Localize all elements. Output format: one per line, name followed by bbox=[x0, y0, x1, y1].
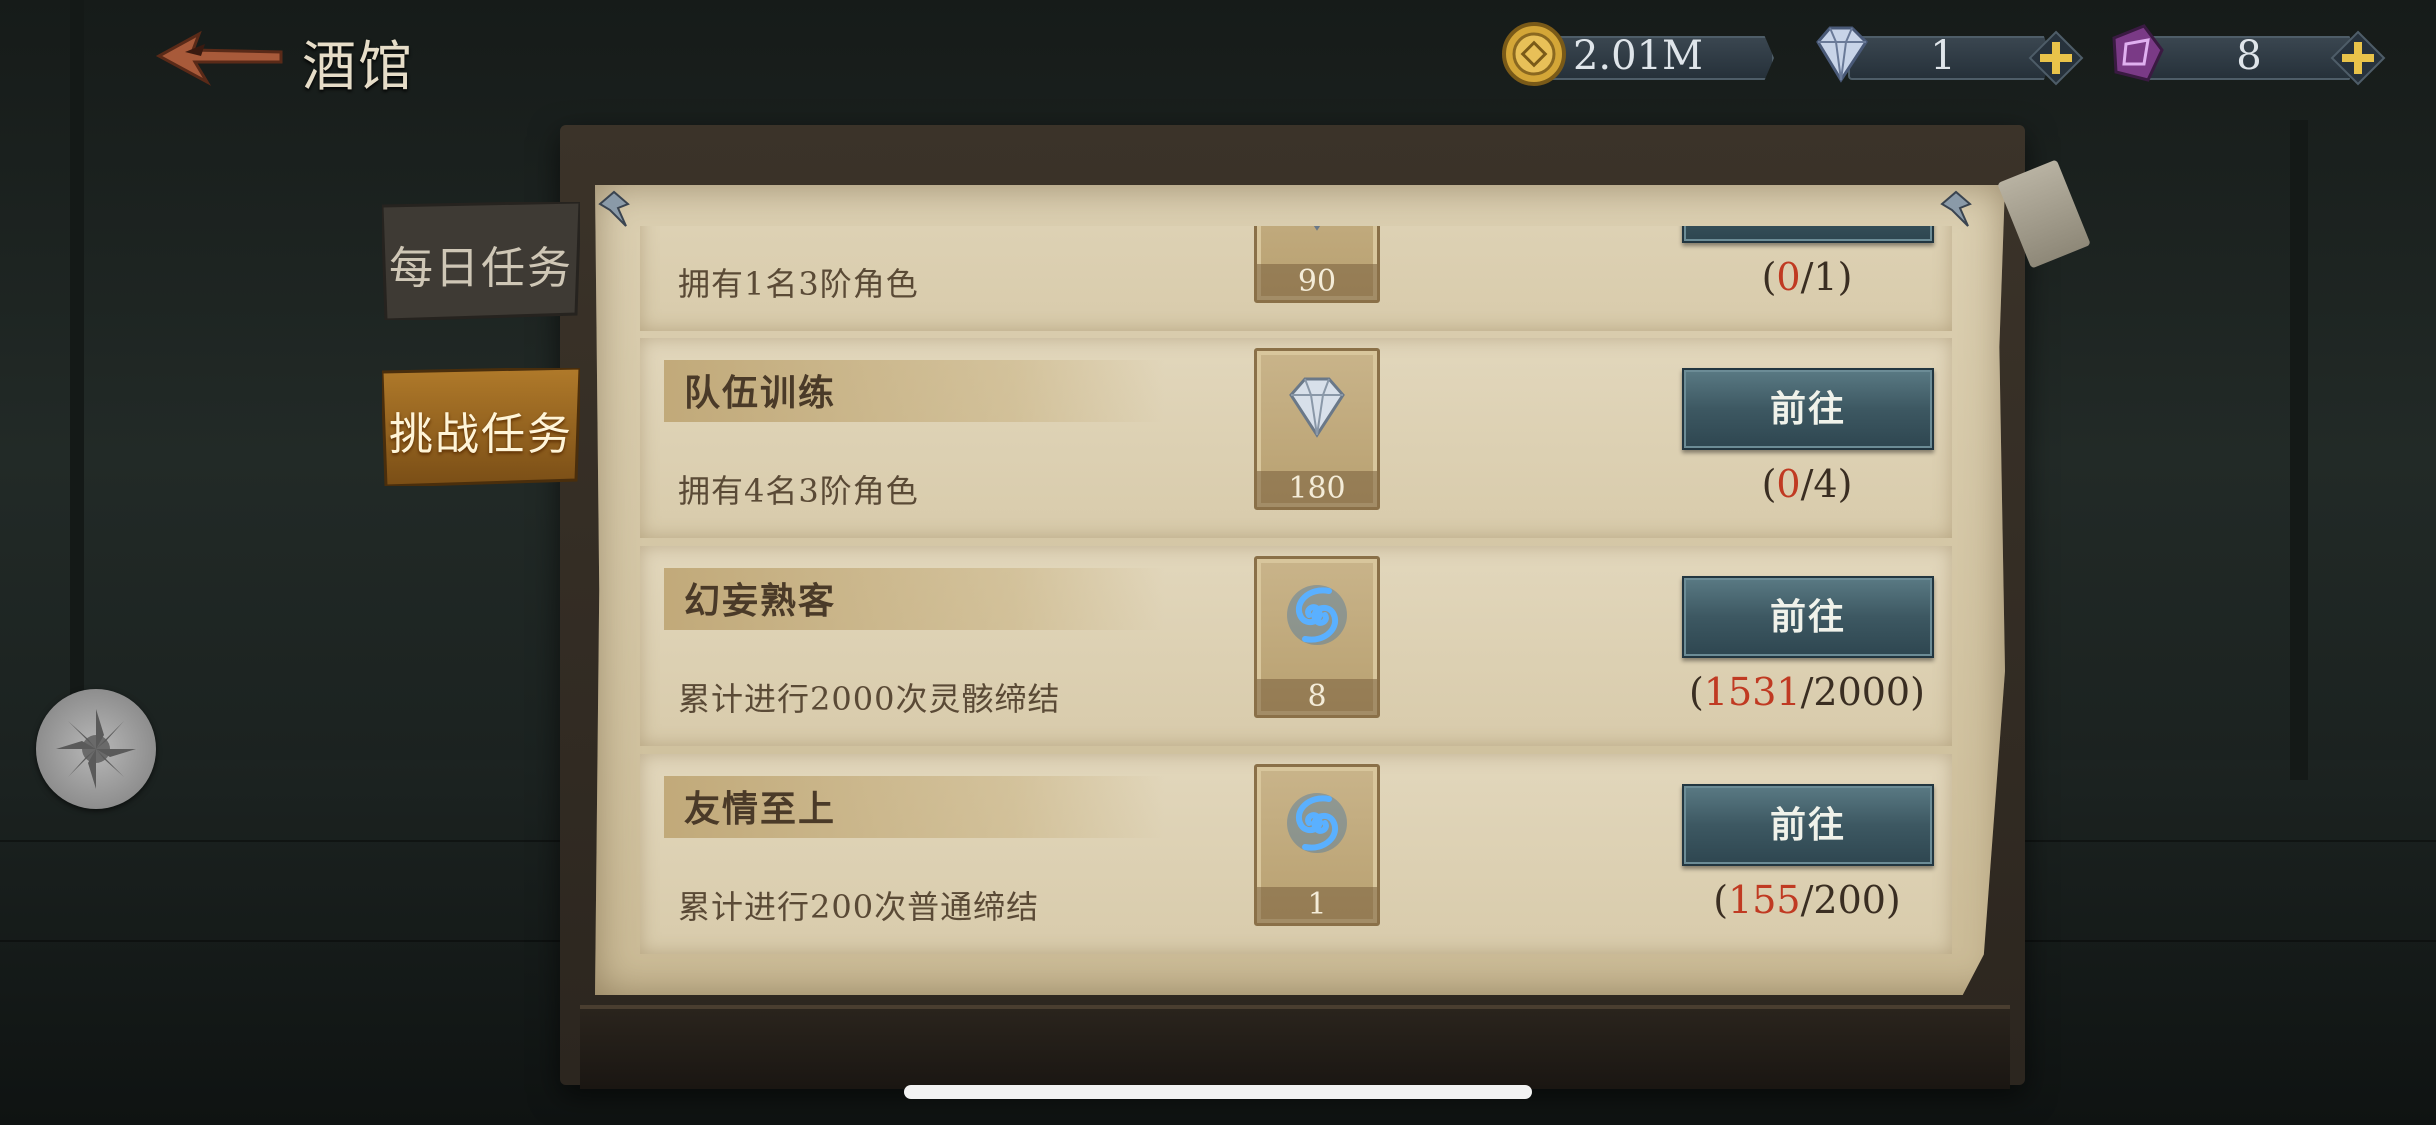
purple-crystal-icon bbox=[2112, 24, 2164, 82]
gold-coin-icon bbox=[1502, 22, 1566, 86]
pin-icon bbox=[1940, 190, 1972, 227]
floating-menu-button[interactable] bbox=[36, 689, 156, 809]
progress-total: /2000) bbox=[1800, 670, 1925, 714]
task-description: 拥有1名3阶角色 bbox=[678, 265, 919, 303]
plus-icon bbox=[2028, 30, 2084, 86]
blue-spirit-icon bbox=[1287, 585, 1347, 645]
gold-value: 2.01M bbox=[1572, 33, 1704, 79]
diamond-value: 1 bbox=[1930, 33, 1956, 79]
task-row: 拥有1名3阶角色 90 前往 (0/1) bbox=[640, 226, 1952, 331]
back-arrow-icon bbox=[155, 30, 283, 86]
gold-resource: 2.01M bbox=[1500, 20, 1780, 92]
diamond-resource: 1 bbox=[1808, 20, 2088, 92]
reward-card: 180 bbox=[1254, 348, 1380, 510]
tab-daily-tasks[interactable]: 每日任务 bbox=[382, 202, 580, 320]
task-progress: (1531/2000) bbox=[1640, 670, 1952, 714]
reward-count: 90 bbox=[1257, 264, 1377, 300]
add-crystal-button[interactable] bbox=[2330, 30, 2386, 86]
progress-total: /200) bbox=[1800, 878, 1901, 922]
task-name: 友情至上 bbox=[684, 788, 837, 830]
progress-open: ( bbox=[1761, 255, 1777, 299]
progress-current: 0 bbox=[1776, 462, 1801, 506]
progress-open: ( bbox=[1761, 462, 1777, 506]
progress-open: ( bbox=[1689, 670, 1704, 714]
progress-current: 0 bbox=[1776, 255, 1801, 299]
task-name: 幻妄熟客 bbox=[684, 580, 837, 622]
reward-count: 1 bbox=[1257, 887, 1377, 923]
task-progress: (0/4) bbox=[1640, 462, 1952, 506]
go-button[interactable]: 前往 bbox=[1682, 226, 1934, 243]
reward-card: 90 bbox=[1254, 226, 1380, 303]
tab-label: 每日任务 bbox=[389, 243, 573, 294]
task-progress: (0/1) bbox=[1640, 255, 1952, 299]
back-button[interactable] bbox=[155, 26, 285, 90]
home-indicator[interactable] bbox=[904, 1085, 1532, 1099]
task-progress: (155/200) bbox=[1640, 878, 1952, 922]
tab-label: 挑战任务 bbox=[389, 409, 573, 460]
go-button[interactable]: 前往 bbox=[1682, 368, 1934, 450]
reward-card: 1 bbox=[1254, 764, 1380, 926]
task-list[interactable]: 拥有1名3阶角色 90 前往 (0/1) 队伍训练 拥有4名3阶角色 180 前… bbox=[640, 226, 1952, 956]
wall-beam bbox=[2290, 120, 2308, 780]
diamond-icon bbox=[1816, 26, 1868, 83]
reward-count: 180 bbox=[1257, 471, 1377, 507]
task-row: 友情至上 累计进行200次普通缔结 1 前往 (155/200) bbox=[640, 754, 1952, 954]
go-button[interactable]: 前往 bbox=[1682, 576, 1934, 658]
wall-beam bbox=[70, 0, 84, 760]
progress-open: ( bbox=[1713, 878, 1729, 922]
reward-card: 8 bbox=[1254, 556, 1380, 718]
tab-challenge-tasks[interactable]: 挑战任务 bbox=[382, 368, 580, 486]
board-shelf bbox=[580, 1005, 2010, 1089]
task-name: 队伍训练 bbox=[684, 372, 837, 414]
page-title: 酒馆 bbox=[302, 35, 414, 98]
progress-total: /1) bbox=[1800, 255, 1853, 299]
progress-current: 1531 bbox=[1703, 670, 1801, 714]
progress-total: /4) bbox=[1800, 462, 1853, 506]
swirl-icon bbox=[56, 709, 136, 789]
reward-count: 8 bbox=[1257, 679, 1377, 715]
diamond-icon bbox=[1313, 226, 1321, 231]
task-row: 队伍训练 拥有4名3阶角色 180 前往 (0/4) bbox=[640, 338, 1952, 538]
crystal-value: 8 bbox=[2236, 33, 2262, 79]
crystal-resource: 8 bbox=[2104, 20, 2394, 92]
add-diamond-button[interactable] bbox=[2028, 30, 2084, 86]
blue-spirit-icon bbox=[1287, 793, 1347, 853]
task-row: 幻妄熟客 累计进行2000次灵骸缔结 8 前往 (1531/2000) bbox=[640, 546, 1952, 746]
task-description: 拥有4名3阶角色 bbox=[678, 472, 919, 510]
pin-icon bbox=[598, 190, 630, 227]
go-button[interactable]: 前往 bbox=[1682, 784, 1934, 866]
task-description: 累计进行200次普通缔结 bbox=[678, 888, 1040, 926]
task-description: 累计进行2000次灵骸缔结 bbox=[678, 680, 1061, 718]
progress-current: 155 bbox=[1728, 878, 1801, 922]
plus-icon bbox=[2330, 30, 2386, 86]
diamond-icon bbox=[1289, 377, 1345, 438]
